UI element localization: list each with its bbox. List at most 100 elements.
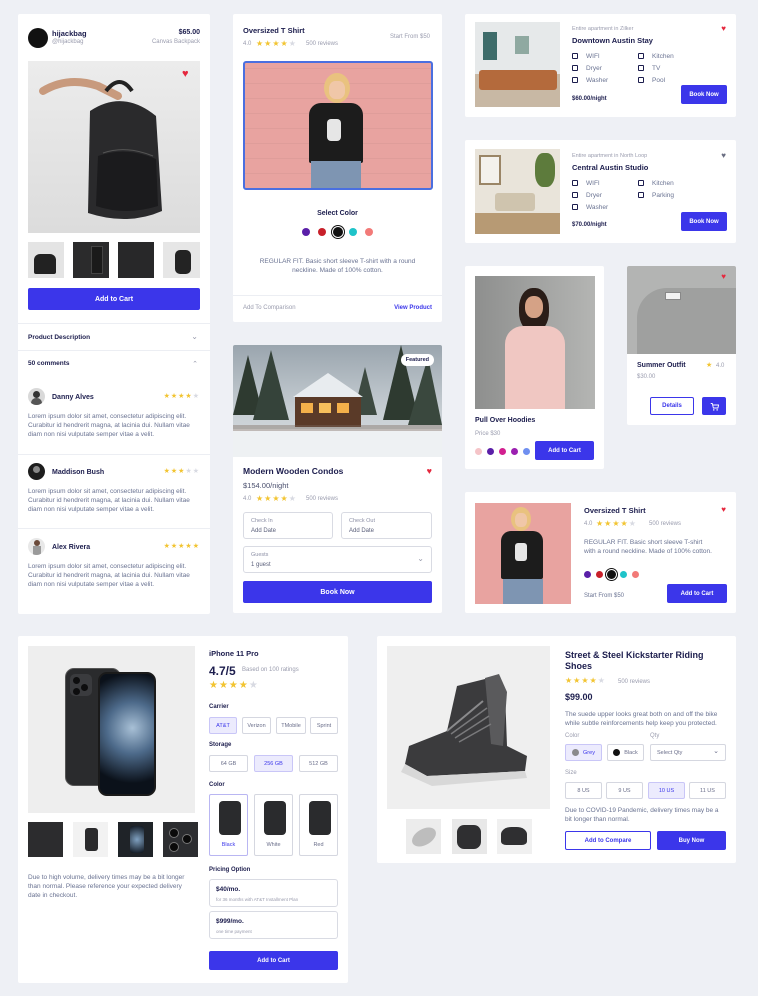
iphone-card: Due to high volume, delivery times may b… — [18, 636, 348, 983]
rating-stars: ★★★★★ — [596, 519, 637, 528]
storage-option[interactable]: 256 GB — [254, 755, 293, 772]
amenity-pool: Pool — [638, 77, 665, 84]
favorite-heart-icon[interactable]: ♥ — [721, 505, 726, 514]
favorite-heart-icon[interactable]: ♥ — [427, 466, 432, 476]
stay-card: Entire apartment in Zilker Downtown Aust… — [465, 14, 736, 117]
color-swatch[interactable] — [584, 571, 591, 578]
rating-stars: ★★★★★ — [565, 676, 606, 685]
add-to-cart-button[interactable]: Add to Cart — [209, 951, 338, 970]
favorite-heart-icon[interactable]: ♥ — [721, 24, 726, 33]
carrier-option[interactable]: TMobile — [276, 717, 306, 734]
color-swatch[interactable] — [499, 448, 506, 455]
comments-toggle[interactable]: 50 comments — [28, 360, 70, 367]
size-option[interactable]: 11 US — [689, 782, 726, 799]
color-option[interactable]: White — [254, 794, 293, 856]
washer-icon — [572, 204, 578, 210]
color-swatch-selected[interactable] — [333, 227, 343, 237]
rating-stars: ★★★★★ — [256, 494, 297, 503]
favorite-heart-icon[interactable]: ♥ — [182, 68, 189, 80]
guests-select[interactable]: Guests 1 guest ⌄ — [243, 546, 432, 573]
outfit-image — [627, 266, 736, 354]
view-product-link[interactable]: View Product — [394, 305, 432, 311]
product-description-toggle[interactable]: Product Description — [28, 334, 90, 341]
featured-badge: Featured — [400, 354, 434, 366]
size-option[interactable]: 10 US — [648, 782, 685, 799]
color-label: Color — [209, 782, 225, 788]
qty-placeholder: Select Qty — [657, 749, 683, 756]
pricing-option[interactable]: $999/mo. one time payment — [209, 911, 338, 939]
shoe-image — [387, 646, 550, 809]
carrier-option[interactable]: AT&T — [209, 717, 237, 734]
review-count: 500 reviews — [306, 496, 339, 502]
add-to-compare-button[interactable]: Add to Compare — [565, 831, 651, 850]
color-swatch[interactable] — [523, 448, 530, 455]
amenity-dryer: Dryer — [572, 192, 602, 199]
cart-button[interactable] — [702, 397, 726, 415]
add-to-comparison-link[interactable]: Add To Comparison — [243, 305, 296, 311]
add-to-cart-button[interactable]: Add to Cart — [667, 584, 727, 603]
color-swatch[interactable] — [318, 228, 326, 236]
storage-option[interactable]: 512 GB — [299, 755, 338, 772]
pricing-option[interactable]: $40/mo. for 36 months with AT&T Installm… — [209, 879, 338, 907]
thumbnail-3[interactable] — [118, 822, 153, 857]
review-count: 500 reviews — [306, 41, 339, 47]
divider — [18, 528, 210, 529]
book-now-button[interactable]: Book Now — [681, 212, 727, 231]
thumbnail-4[interactable] — [163, 242, 200, 278]
favorite-heart-icon[interactable]: ♥ — [721, 272, 726, 281]
thumbnail-3[interactable] — [118, 242, 154, 278]
color-swatch[interactable] — [596, 571, 603, 578]
backpack-card: hijackbag @hijackbag $65.00 Canvas Backp… — [18, 14, 210, 614]
qty-select[interactable]: Select Qty ⌄ — [650, 744, 726, 761]
color-swatch[interactable] — [620, 571, 627, 578]
chevron-up-icon[interactable]: ⌃ — [192, 360, 198, 368]
carrier-option[interactable]: Verizon — [242, 717, 271, 734]
check-out-field[interactable]: Check Out Add Date — [341, 512, 432, 539]
rating-score: 4.7/5 — [209, 664, 236, 678]
thumbnail-3[interactable] — [497, 819, 532, 854]
color-swatch-selected[interactable] — [607, 570, 616, 579]
thumbnail-1[interactable] — [28, 242, 64, 278]
thumbnail-1[interactable] — [406, 819, 441, 854]
pricing-price: $999/mo. — [216, 918, 244, 925]
color-option-label: Grey — [583, 749, 595, 756]
chevron-down-icon[interactable]: ⌄ — [191, 332, 198, 341]
size-option[interactable]: 9 US — [606, 782, 643, 799]
buy-now-button[interactable]: Buy Now — [657, 831, 726, 850]
check-in-field[interactable]: Check In Add Date — [243, 512, 333, 539]
favorite-heart-icon[interactable]: ♥ — [721, 151, 726, 160]
check-out-value: Add Date — [349, 528, 375, 534]
color-dot — [572, 749, 580, 756]
add-to-cart-button[interactable]: Add to Cart — [28, 288, 200, 310]
details-button[interactable]: Details — [650, 397, 694, 415]
storage-option[interactable]: 64 GB — [209, 755, 248, 772]
rating-stars: ★★★★★ — [209, 680, 259, 691]
color-swatch[interactable] — [511, 448, 518, 455]
color-swatch[interactable] — [302, 228, 310, 236]
color-swatch[interactable] — [632, 571, 639, 578]
carrier-option[interactable]: Sprint — [310, 717, 338, 734]
thumbnail-2[interactable] — [73, 822, 108, 857]
book-now-button[interactable]: Book Now — [681, 85, 727, 104]
color-option-black[interactable]: Black — [607, 744, 644, 761]
thumbnail-2[interactable] — [73, 242, 109, 278]
add-to-cart-button[interactable]: Add to Cart — [535, 441, 594, 460]
wifi-icon — [572, 180, 578, 186]
thumbnail-4[interactable] — [163, 822, 198, 857]
size-option[interactable]: 8 US — [565, 782, 602, 799]
color-swatch[interactable] — [365, 228, 373, 236]
amenity-tv: TV — [638, 65, 660, 72]
start-price: Start From $50 — [584, 593, 625, 599]
color-option[interactable]: Red — [299, 794, 338, 856]
thumbnail-2[interactable] — [452, 819, 487, 854]
color-option-selected[interactable]: Black — [209, 794, 248, 856]
color-swatch[interactable] — [349, 228, 357, 236]
color-swatch[interactable] — [475, 448, 482, 455]
book-now-button[interactable]: Book Now — [243, 581, 432, 603]
product-description: The suede upper looks great both on and … — [565, 711, 718, 727]
thumbnail-1[interactable] — [28, 822, 63, 857]
color-swatch[interactable] — [487, 448, 494, 455]
product-title: Oversized T Shirt — [243, 26, 305, 35]
color-option-grey[interactable]: Grey — [565, 744, 602, 761]
hoodie-card: Pull Over Hoodies Price $30 Add to Cart — [465, 266, 604, 469]
